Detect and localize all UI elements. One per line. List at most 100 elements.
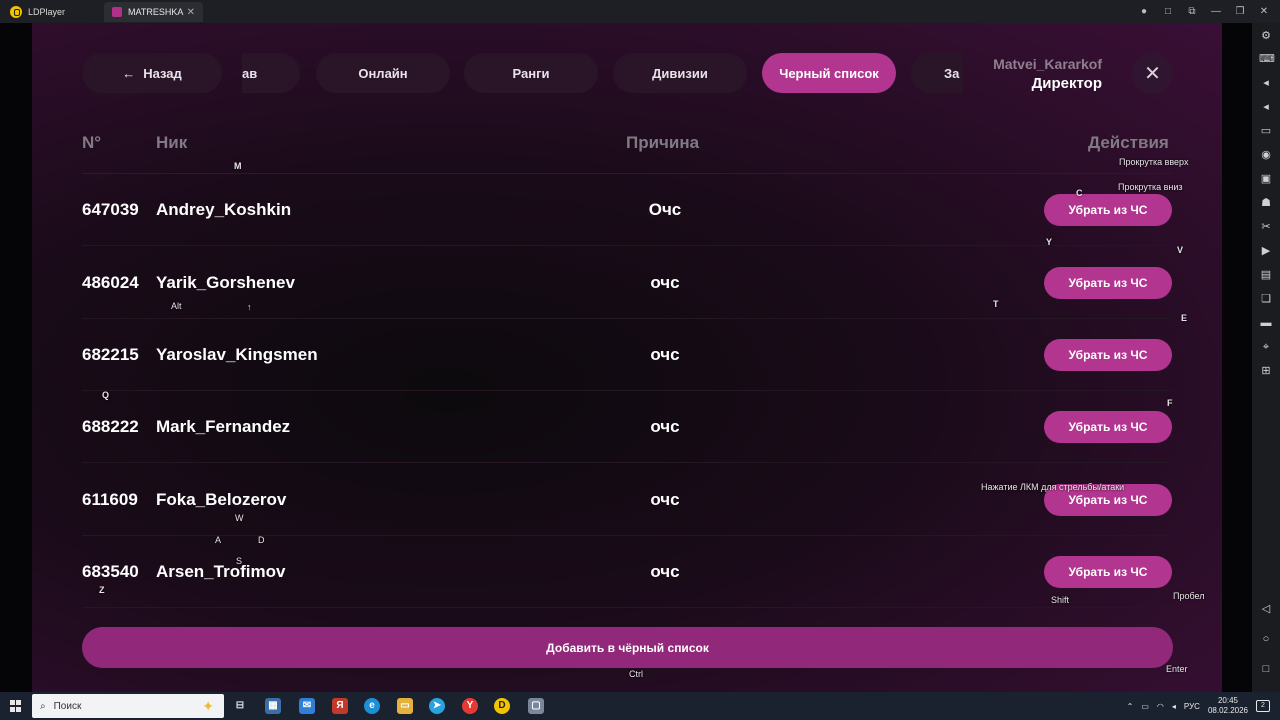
row-reason: очс xyxy=(650,417,680,436)
settings-icon[interactable]: ⚙ xyxy=(1259,29,1273,43)
arrow-left-icon: ← xyxy=(122,65,136,81)
fullscreen-icon[interactable]: ⧉ xyxy=(1186,6,1198,17)
network-icon[interactable]: ▭ xyxy=(1141,702,1149,711)
tab-close-icon[interactable]: ✕ xyxy=(187,7,195,18)
date: 08.02.2026 xyxy=(1207,706,1248,715)
keymap-label: S xyxy=(236,556,243,566)
row-reason: очс xyxy=(650,345,680,364)
yandex-icon[interactable]: Я xyxy=(332,698,348,714)
back-label: Назад xyxy=(143,65,182,81)
close-icon: ✕ xyxy=(1144,63,1161,85)
keymap-label: M xyxy=(234,161,242,171)
row-nick: Mark_Fernandez xyxy=(156,417,291,436)
home-nav-icon[interactable]: ○ xyxy=(1259,632,1273,646)
remove-from-blacklist-button[interactable]: Убрать из ЧС xyxy=(1044,339,1172,371)
row-id: 611609 xyxy=(82,490,138,509)
user-role: Директор xyxy=(1031,75,1102,92)
location-icon[interactable]: ⌖ xyxy=(1259,340,1273,354)
mouse-icon[interactable]: ◉ xyxy=(1259,148,1273,162)
copilot-sparkle-icon: ✦ xyxy=(202,698,214,714)
file-explorer-icon[interactable]: ▭ xyxy=(397,698,413,714)
speaker-icon[interactable]: ◂ xyxy=(1172,702,1176,711)
volume-up-icon[interactable]: ◂ xyxy=(1259,76,1273,90)
task-view-icon[interactable]: ⊟ xyxy=(232,698,248,714)
record-icon[interactable]: ▶ xyxy=(1259,244,1273,258)
operation-icon[interactable]: ▤ xyxy=(1259,268,1273,282)
row-nick: Yarik_Gorshenev xyxy=(156,273,295,292)
edge-icon[interactable]: e xyxy=(364,698,380,714)
keyboard-icon[interactable]: ⌨ xyxy=(1259,52,1275,66)
header-reason: Причина xyxy=(626,133,700,152)
copy-icon[interactable]: ❏ xyxy=(1259,292,1273,306)
scissors-icon[interactable]: ✂ xyxy=(1259,220,1273,234)
screen-icon[interactable]: ▭ xyxy=(1259,124,1273,138)
tab-ranks[interactable]: Ранги xyxy=(464,53,598,93)
language-indicator[interactable]: РУС xyxy=(1184,702,1200,711)
row-nick: Andrey_Koshkin xyxy=(156,200,292,219)
ldplayer-taskbar-icon[interactable]: D xyxy=(494,698,510,714)
menu-icon[interactable]: □ xyxy=(1162,6,1174,17)
apk-icon[interactable]: ▣ xyxy=(1259,172,1273,186)
mail-icon[interactable]: ✉ xyxy=(299,698,315,714)
close-button[interactable]: ✕ xyxy=(1132,53,1173,94)
keymap-label: E xyxy=(1181,313,1188,323)
yandex-browser-icon[interactable]: Y xyxy=(462,698,478,714)
wifi-icon[interactable]: ◠ xyxy=(1157,702,1164,711)
store-icon[interactable]: ▦ xyxy=(265,698,281,714)
add-to-blacklist-button[interactable]: Добавить в чёрный список xyxy=(82,627,1173,668)
row-reason: очс xyxy=(650,490,680,509)
keymap-label: Прокрутка вниз xyxy=(1118,182,1183,192)
row-id: 647039 xyxy=(82,200,139,219)
tab-divisions[interactable]: Дивизии xyxy=(613,53,747,93)
tab-online[interactable]: Онлайн xyxy=(316,53,450,93)
time: 20:45 xyxy=(1217,696,1238,705)
tab-label: ав xyxy=(242,65,258,81)
window-controls: ● □ ⧉ — ❐ ✕ xyxy=(1138,0,1270,23)
keymap-label: Нажатие ЛКМ для стрельбы/атаки xyxy=(981,482,1125,492)
chevron-up-icon[interactable]: ⌃ xyxy=(1127,702,1134,711)
row-id: 688222 xyxy=(82,417,139,436)
letterbox-right xyxy=(1222,23,1252,692)
keymap-label: Alt xyxy=(171,301,182,311)
header-actions: Действия xyxy=(1088,133,1169,152)
system-tray: ⌃ ▭ ◠ ◂ РУС 20:45 08.02.2026 2 xyxy=(1127,692,1280,720)
close-window-icon[interactable]: ✕ xyxy=(1258,6,1270,17)
emulator-titlebar: LDPlayer MATRESHKA ✕ ● □ ⧉ — ❐ ✕ xyxy=(0,0,1280,23)
game-screen: ← Назад ав Онлайн Ранги Дивизии Черный с… xyxy=(32,23,1222,692)
robot-icon[interactable]: ☗ xyxy=(1259,196,1273,210)
back-button[interactable]: ← Назад xyxy=(82,53,222,93)
remove-from-blacklist-button[interactable]: Убрать из ЧС xyxy=(1044,267,1172,299)
telegram-icon[interactable]: ➤ xyxy=(429,698,445,714)
folder-icon[interactable]: ▬ xyxy=(1259,316,1273,330)
tab-title: MATRESHKA xyxy=(128,7,184,17)
remove-from-blacklist-button[interactable]: Убрать из ЧС xyxy=(1044,411,1172,443)
keymap-label: D xyxy=(258,535,265,545)
tab-partial-right[interactable]: За xyxy=(911,53,963,93)
restore-icon[interactable]: ❐ xyxy=(1234,6,1246,17)
search-box[interactable]: ⌕ Поиск ✦ xyxy=(32,694,224,718)
table-row: 682215 Yaroslav_Kingsmen очс Убрать из Ч… xyxy=(82,319,1172,391)
keymap-label: Пробел xyxy=(1173,591,1205,601)
tab-matreshka[interactable]: MATRESHKA ✕ xyxy=(104,2,203,22)
back-nav-icon[interactable]: ◁ xyxy=(1259,602,1273,616)
search-placeholder: Поиск xyxy=(53,700,82,712)
recents-nav-icon[interactable]: □ xyxy=(1259,662,1273,676)
tab-label: За xyxy=(944,65,960,81)
keymap-label: C xyxy=(1076,188,1083,198)
tab-label: Онлайн xyxy=(358,65,408,81)
remove-from-blacklist-button[interactable]: Убрать из ЧС xyxy=(1044,556,1172,588)
notifications-icon[interactable]: 2 xyxy=(1256,700,1270,712)
keymap-label: Shift xyxy=(1051,595,1070,605)
volume-down-icon[interactable]: ◂ xyxy=(1259,100,1273,114)
remove-from-blacklist-button[interactable]: Убрать из ЧС xyxy=(1044,194,1172,226)
app-window-icon[interactable]: ▢ xyxy=(528,698,544,714)
clock[interactable]: 20:45 08.02.2026 xyxy=(1208,696,1248,716)
multi-window-icon[interactable]: ⊞ xyxy=(1259,364,1273,378)
tab-label: Ранги xyxy=(512,65,550,81)
row-id: 683540 xyxy=(82,562,139,581)
account-icon[interactable]: ● xyxy=(1138,6,1150,17)
tab-partial-left[interactable]: ав xyxy=(242,53,300,93)
tab-blacklist[interactable]: Черный список xyxy=(762,53,896,93)
minimize-icon[interactable]: — xyxy=(1210,6,1222,17)
windows-start-icon[interactable] xyxy=(10,700,22,712)
